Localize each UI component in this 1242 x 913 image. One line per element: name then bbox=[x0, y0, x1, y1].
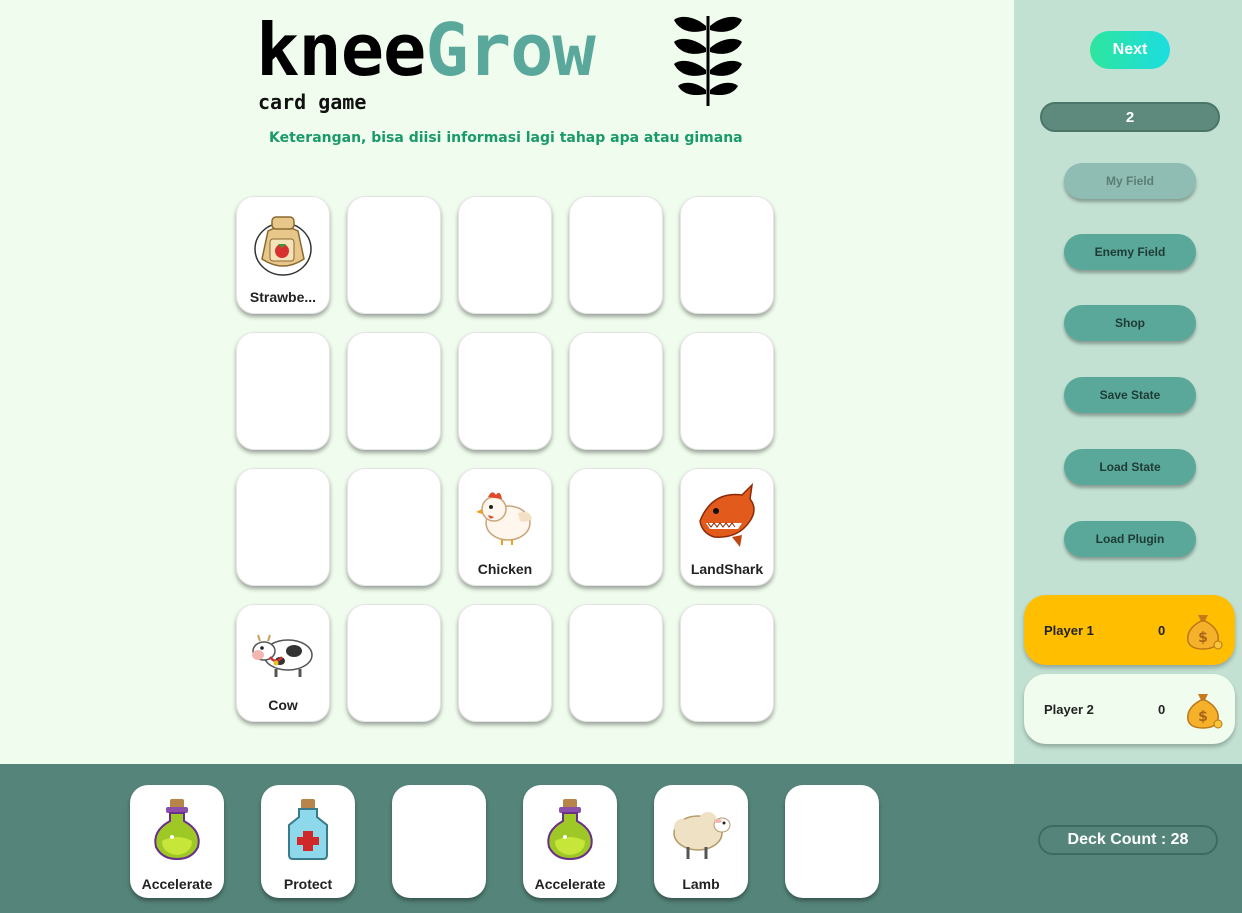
empty-field-slot[interactable] bbox=[680, 332, 774, 450]
my-field-button[interactable]: My Field bbox=[1064, 163, 1196, 199]
seed-bag-icon bbox=[248, 209, 318, 279]
chicken-icon bbox=[470, 481, 540, 551]
player-money: 0 bbox=[1158, 623, 1166, 638]
info-text: Keterangan, bisa diisi informasi lagi ta… bbox=[269, 130, 743, 146]
card-label: Chicken bbox=[477, 561, 533, 577]
save-state-button[interactable]: Save State bbox=[1064, 377, 1196, 413]
load-plugin-button[interactable]: Load Plugin bbox=[1064, 521, 1196, 557]
field-area: kneeGrow card game Keterangan, bisa diis… bbox=[0, 0, 1014, 764]
card-label: Accelerate bbox=[141, 876, 213, 892]
svg-text:$: $ bbox=[1198, 630, 1208, 646]
player-card-1: Player 1 0 $ bbox=[1024, 595, 1235, 665]
logo-part-grow: Grow bbox=[425, 8, 595, 92]
empty-field-slot[interactable] bbox=[680, 604, 774, 722]
empty-hand-slot[interactable] bbox=[785, 785, 879, 898]
load-state-button[interactable]: Load State bbox=[1064, 449, 1196, 485]
shop-button[interactable]: Shop bbox=[1064, 305, 1196, 341]
moneybag-icon: $ bbox=[1182, 688, 1224, 730]
empty-field-slot[interactable] bbox=[458, 604, 552, 722]
potion-green-icon bbox=[537, 797, 603, 863]
next-button[interactable]: Next bbox=[1090, 31, 1170, 69]
empty-field-slot[interactable] bbox=[347, 332, 441, 450]
player-card-2: Player 2 0 $ bbox=[1024, 674, 1235, 744]
player-name: Player 2 bbox=[1044, 702, 1094, 717]
empty-field-slot[interactable] bbox=[458, 332, 552, 450]
card-label: Protect bbox=[283, 876, 333, 892]
card-label: Accelerate bbox=[534, 876, 606, 892]
empty-field-slot[interactable] bbox=[347, 604, 441, 722]
turn-counter: 2 bbox=[1040, 102, 1220, 132]
cow-icon bbox=[248, 617, 318, 687]
empty-field-slot[interactable] bbox=[458, 196, 552, 314]
hand-card[interactable]: Accelerate bbox=[130, 785, 224, 898]
empty-field-slot[interactable] bbox=[569, 604, 663, 722]
app-logo: kneeGrow bbox=[256, 8, 596, 92]
card-label: Strawbe... bbox=[249, 289, 317, 305]
hand-card[interactable]: Accelerate bbox=[523, 785, 617, 898]
logo-part-knee: knee bbox=[256, 8, 426, 92]
field-card[interactable]: Strawbe... bbox=[236, 196, 330, 314]
hand-card[interactable]: Lamb bbox=[654, 785, 748, 898]
card-label: LandShark bbox=[690, 561, 764, 577]
empty-hand-slot[interactable] bbox=[392, 785, 486, 898]
hand-card[interactable]: Protect bbox=[261, 785, 355, 898]
card-label: Lamb bbox=[682, 876, 720, 892]
moneybag-icon: $ bbox=[1182, 609, 1224, 651]
svg-text:$: $ bbox=[1198, 709, 1208, 725]
empty-field-slot[interactable] bbox=[569, 332, 663, 450]
shark-icon bbox=[692, 481, 762, 551]
enemy-field-button[interactable]: Enemy Field bbox=[1064, 234, 1196, 270]
wheat-icon bbox=[674, 16, 742, 106]
sidebar: Next 2 My Field Enemy Field Shop Save State… bbox=[1014, 0, 1242, 764]
player-name: Player 1 bbox=[1044, 623, 1094, 638]
empty-field-slot[interactable] bbox=[347, 196, 441, 314]
deck-count: Deck Count : 28 bbox=[1038, 825, 1218, 855]
potion-green-icon bbox=[144, 797, 210, 863]
hand-area: Accelerate Protect Accelerate Lamb Deck Cou… bbox=[0, 764, 1242, 913]
empty-field-slot[interactable] bbox=[569, 468, 663, 586]
field-card[interactable]: LandShark bbox=[680, 468, 774, 586]
card-label: Cow bbox=[268, 697, 298, 713]
empty-field-slot[interactable] bbox=[236, 332, 330, 450]
empty-field-slot[interactable] bbox=[569, 196, 663, 314]
player-money: 0 bbox=[1158, 702, 1166, 717]
sheep-icon bbox=[668, 797, 734, 863]
field-card[interactable]: Chicken bbox=[458, 468, 552, 586]
empty-field-slot[interactable] bbox=[347, 468, 441, 586]
empty-field-slot[interactable] bbox=[236, 468, 330, 586]
empty-field-slot[interactable] bbox=[680, 196, 774, 314]
field-card[interactable]: Cow bbox=[236, 604, 330, 722]
app-subtitle: card game bbox=[258, 90, 367, 114]
potion-blue-icon bbox=[275, 797, 341, 863]
